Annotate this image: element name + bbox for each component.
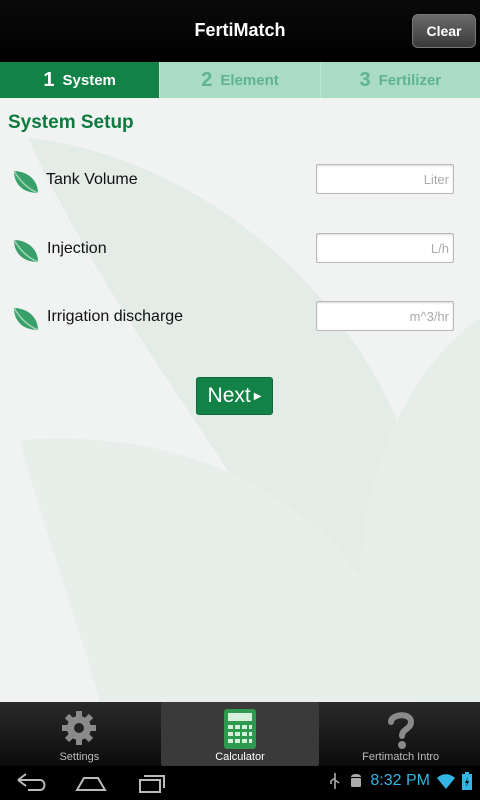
injection-row: Injection	[12, 233, 468, 265]
step-tab-element[interactable]: 2 Element	[159, 62, 320, 98]
leaf-icon	[13, 239, 39, 263]
system-nav-bar: 8:32 PM	[0, 766, 480, 800]
app-header: FertiMatch Clear	[0, 0, 480, 62]
irrigation-discharge-row: Irrigation discharge	[12, 301, 468, 333]
step-tabs: 1 System 2 Element 3 Fertilizer	[0, 62, 480, 104]
section-title: System Setup	[8, 112, 134, 133]
android-debug-icon	[351, 774, 362, 787]
injection-label: Injection	[47, 240, 107, 257]
back-icon[interactable]	[14, 772, 48, 794]
tab-label: Fertimatch Intro	[362, 751, 440, 763]
calculator-icon	[224, 709, 256, 749]
arrow-right-icon: ▶	[253, 390, 262, 402]
tab-label: Settings	[59, 751, 100, 763]
step-number: 2	[201, 68, 213, 91]
step-number: 3	[359, 68, 371, 91]
battery-icon	[462, 772, 472, 790]
clear-button[interactable]: Clear	[412, 14, 476, 48]
irrigation-discharge-label: Irrigation discharge	[47, 308, 184, 325]
step-tab-fertilizer[interactable]: 3 Fertilizer	[319, 62, 480, 98]
step-number: 1	[43, 68, 55, 91]
step-label: System	[62, 71, 116, 89]
injection-input[interactable]	[316, 233, 454, 263]
next-button[interactable]: Next ▶	[196, 377, 273, 415]
leaf-icon	[13, 307, 39, 331]
step-tab-system[interactable]: 1 System	[0, 62, 160, 104]
irrigation-discharge-input[interactable]	[316, 301, 454, 331]
app-title: FertiMatch	[194, 20, 286, 40]
next-button-label: Next	[207, 384, 251, 407]
gear-icon	[62, 711, 97, 745]
step-label: Fertilizer	[378, 71, 442, 89]
status-clock: 8:32 PM	[370, 772, 430, 789]
status-area: 8:32 PM	[328, 772, 472, 790]
tab-label: Calculator	[215, 751, 265, 763]
tank-volume-row: Tank Volume	[12, 164, 468, 196]
recent-apps-icon[interactable]	[136, 772, 170, 794]
tank-volume-input[interactable]	[316, 164, 454, 194]
tab-settings[interactable]: Settings	[0, 702, 159, 766]
bottom-tab-bar: Settings Calculator Fertimatch Intro	[0, 702, 480, 766]
leaf-icon	[13, 170, 39, 194]
usb-icon	[330, 773, 340, 789]
tab-fertimatch-intro[interactable]: Fertimatch Intro	[321, 702, 480, 766]
step-label: Element	[220, 71, 279, 89]
wifi-icon	[437, 774, 455, 789]
system-setup-panel: System Setup Tank Volume Injection Irrig…	[0, 98, 480, 702]
question-icon	[387, 712, 414, 749]
tank-volume-label: Tank Volume	[46, 171, 138, 188]
home-icon[interactable]	[74, 772, 108, 794]
tab-calculator[interactable]: Calculator	[160, 702, 320, 766]
